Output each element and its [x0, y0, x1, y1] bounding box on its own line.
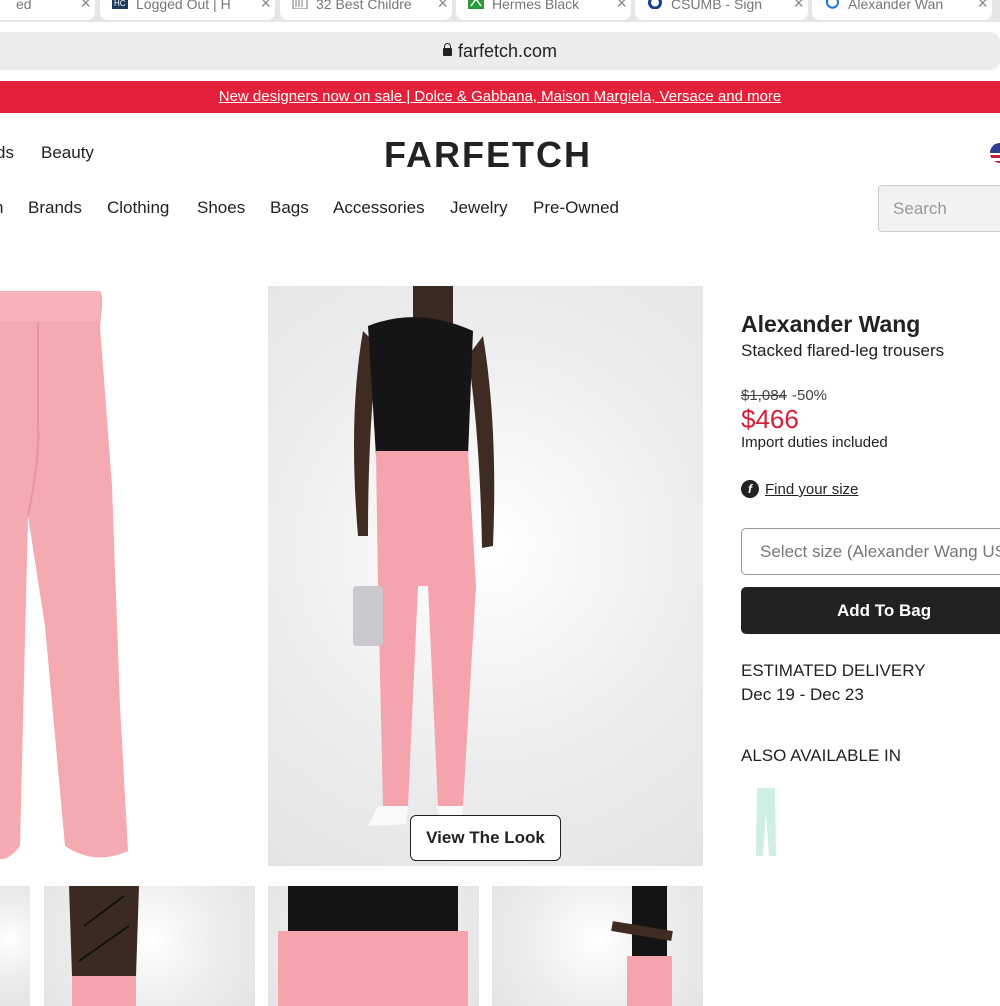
browser-tab-bar: ed × HC Logged Out | H × 32 Best Childre…	[0, 0, 1000, 22]
sale-price: $466	[741, 404, 799, 434]
browser-tab[interactable]: Hermes Black ×	[456, 0, 631, 20]
nav-item-brands[interactable]: Brands	[28, 198, 82, 218]
delivery-dates: Dec 19 - Dec 23	[741, 685, 864, 704]
browser-tab[interactable]: 32 Best Childre ×	[280, 0, 452, 20]
tab-title: Alexander Wan	[848, 0, 944, 12]
lock-icon	[442, 43, 452, 56]
nav-item-bags[interactable]: Bags	[270, 198, 309, 218]
original-price: $1,084	[741, 387, 787, 404]
nav-item-partial[interactable]: n	[0, 198, 3, 218]
mint-trousers-image	[756, 788, 776, 856]
thumbnail-back[interactable]	[44, 886, 255, 1006]
find-your-size-link[interactable]: Find your size	[765, 481, 858, 498]
doc-icon	[292, 0, 308, 9]
product-brand[interactable]: Alexander Wang	[741, 311, 920, 338]
product-name: Stacked flared-leg trousers	[741, 341, 945, 360]
model-photo	[353, 286, 495, 826]
close-icon[interactable]: ×	[80, 0, 91, 12]
nav-item-accessories[interactable]: Accessories	[333, 198, 425, 218]
add-to-bag-button[interactable]: Add To Bag	[741, 587, 1000, 634]
svg-text:HC: HC	[114, 0, 126, 8]
tab-title: 32 Best Childre	[316, 0, 412, 12]
delivery-label: ESTIMATED DELIVERY	[741, 661, 926, 680]
loading-icon	[825, 0, 839, 9]
color-variant-swatch[interactable]	[750, 786, 782, 858]
fit-predictor-icon: f	[741, 480, 759, 498]
hermes-icon	[468, 0, 484, 9]
browser-tab[interactable]: Alexander Wan ×	[812, 0, 992, 20]
promo-link[interactable]: New designers now on sale | Dolce & Gabb…	[219, 88, 782, 105]
close-icon[interactable]: ×	[260, 0, 271, 12]
nav-item-clothing[interactable]: Clothing	[107, 198, 169, 218]
url-text: farfetch.com	[457, 41, 558, 61]
close-icon[interactable]: ×	[437, 0, 448, 12]
size-select[interactable]: Select size (Alexander Wang US)	[741, 528, 1000, 575]
close-icon[interactable]: ×	[793, 0, 804, 12]
promo-banner: New designers now on sale | Dolce & Gabb…	[0, 81, 1000, 113]
address-bar-area: farfetch.com	[0, 22, 1000, 80]
nav-top-item-beauty[interactable]: Beauty	[41, 143, 94, 163]
browser-tab[interactable]: CSUMB - Sign ×	[635, 0, 808, 20]
nav-item-jewelry[interactable]: Jewelry	[450, 198, 508, 218]
close-icon[interactable]: ×	[977, 0, 988, 12]
thumbnail-back-image	[69, 886, 139, 1006]
search-input[interactable]: Search	[878, 185, 1000, 232]
thumbnail-side[interactable]	[492, 886, 703, 1006]
farfetch-logo[interactable]: FARFETCH	[384, 134, 592, 176]
tab-title: Logged Out | H	[136, 0, 231, 12]
tab-title: Hermes Black	[492, 0, 580, 12]
trousers-flatlay-image	[0, 291, 128, 860]
product-image-model[interactable]	[268, 286, 703, 866]
nav-item-pre-owned[interactable]: Pre-Owned	[533, 198, 619, 218]
view-the-look-button[interactable]: View The Look	[410, 815, 561, 861]
product-image-flatlay[interactable]	[0, 286, 255, 866]
csumb-icon	[648, 0, 662, 9]
also-available-label: ALSO AVAILABLE IN	[741, 746, 902, 765]
address-bar[interactable]: farfetch.com	[0, 32, 1000, 70]
url-display[interactable]: farfetch.com	[0, 41, 1000, 62]
import-duties-note: Import duties included	[741, 434, 888, 451]
thumbnail-detail-image	[278, 886, 468, 1006]
thumbnail-detail[interactable]	[268, 886, 479, 1006]
thumbnail[interactable]	[0, 886, 30, 1006]
tab-title: CSUMB - Sign	[671, 0, 763, 12]
us-flag-icon[interactable]	[990, 143, 1000, 163]
hc-icon: HC	[112, 0, 128, 9]
tab-title: ed	[16, 0, 32, 12]
discount-badge: -50%	[792, 387, 828, 404]
close-icon[interactable]: ×	[616, 0, 627, 12]
nav-top-item-kids[interactable]: ds	[0, 143, 14, 163]
browser-tab[interactable]: HC Logged Out | H ×	[100, 0, 275, 20]
browser-tab[interactable]: ed ×	[0, 0, 95, 20]
nav-item-shoes[interactable]: Shoes	[197, 198, 245, 218]
thumbnail-side-image	[611, 886, 673, 1006]
